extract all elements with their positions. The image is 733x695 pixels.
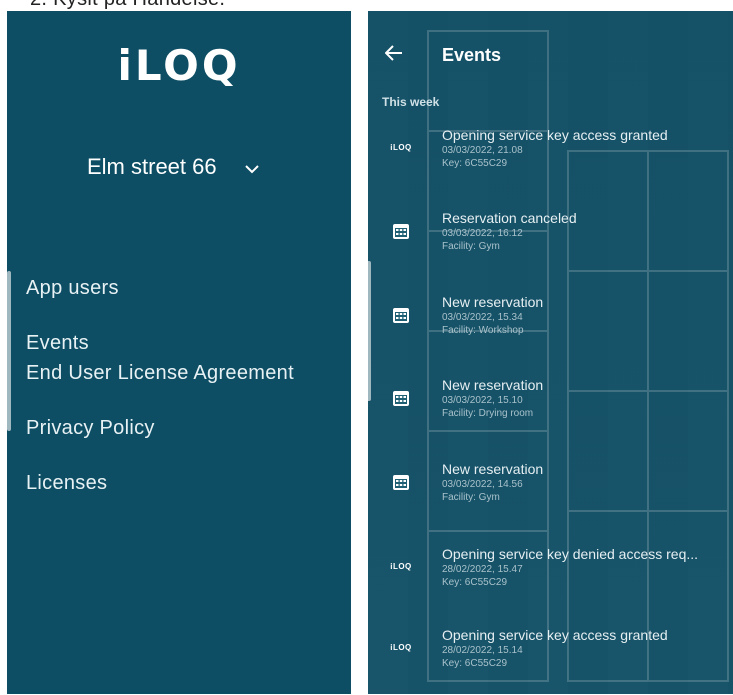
event-item[interactable]: iLOQ Opening service key denied access r… (368, 546, 733, 626)
event-date: 28/02/2022, 15.47 (442, 564, 523, 575)
event-detail: Key: 6C55C29 (442, 158, 508, 169)
menu-item-eula[interactable]: End User License Agreement (26, 358, 294, 413)
section-header: This week (382, 95, 440, 109)
event-item[interactable]: New reservation 03/03/2022, 14.56 Facili… (368, 461, 733, 541)
event-title: New reservation (442, 294, 544, 310)
nav-drawer: iLOQ Elm street 66 App users Events End … (7, 11, 351, 694)
calendar-icon (388, 306, 414, 329)
iloq-logo-icon: iLOQ (390, 643, 412, 652)
event-item[interactable]: iLOQ Opening service key access granted … (368, 127, 733, 207)
page-title: Events (442, 45, 502, 65)
drawer-edge-handle[interactable] (7, 271, 11, 431)
event-item[interactable]: iLOQ Opening service key access granted … (368, 627, 733, 694)
menu-item-app-users[interactable]: App users (26, 273, 294, 328)
event-detail: Key: 6C55C29 (442, 658, 508, 669)
event-detail: Facility: Gym (442, 241, 500, 252)
event-title: New reservation (442, 461, 544, 477)
event-item[interactable]: New reservation 03/03/2022, 15.10 Facili… (368, 377, 733, 457)
event-detail: Key: 6C55C29 (442, 577, 508, 588)
menu-item-events-wrap: Events (26, 328, 294, 358)
iloq-logo: iLOQ (117, 41, 241, 90)
event-title: Opening service key access granted (442, 627, 668, 643)
nav-menu: App users Events End User License Agreem… (26, 273, 294, 523)
app-bar: Events (368, 11, 733, 91)
site-selector[interactable]: Elm street 66 (87, 154, 259, 180)
iloq-logo-icon: iLOQ (390, 143, 412, 152)
menu-item-events[interactable]: Events (26, 332, 89, 354)
menu-item-privacy-policy[interactable]: Privacy Policy (26, 413, 294, 468)
instruction-caption: 2. Kysit på Händelse. (30, 0, 225, 11)
events-screen: Events This week iLOQ Opening service ke… (368, 11, 733, 694)
site-name: Elm street 66 (87, 154, 217, 179)
calendar-icon (388, 389, 414, 412)
event-date: 03/03/2022, 15.10 (442, 395, 523, 406)
event-date: 03/03/2022, 16.12 (442, 228, 523, 239)
event-title: Opening service key access granted (442, 127, 668, 143)
chevron-down-icon (244, 161, 259, 178)
menu-item-licenses[interactable]: Licenses (26, 468, 294, 523)
arrow-left-icon[interactable] (384, 41, 403, 67)
calendar-icon (388, 222, 414, 245)
event-date: 03/03/2022, 14.56 (442, 479, 523, 490)
event-detail: Facility: Drying room (442, 408, 534, 419)
event-date: 03/03/2022, 21.08 (442, 145, 523, 156)
event-title: New reservation (442, 377, 544, 393)
event-date: 28/02/2022, 15.14 (442, 645, 523, 656)
iloq-logo-icon: iLOQ (390, 562, 412, 571)
calendar-icon (388, 473, 414, 496)
event-detail: Facility: Workshop (442, 325, 524, 336)
event-title: Opening service key denied access req... (442, 546, 699, 562)
event-date: 03/03/2022, 15.34 (442, 312, 523, 323)
event-title: Reservation canceled (442, 210, 577, 226)
event-detail: Facility: Gym (442, 492, 500, 503)
event-item[interactable]: Reservation canceled 03/03/2022, 16.12 F… (368, 210, 733, 290)
event-item[interactable]: New reservation 03/03/2022, 15.34 Facili… (368, 294, 733, 374)
